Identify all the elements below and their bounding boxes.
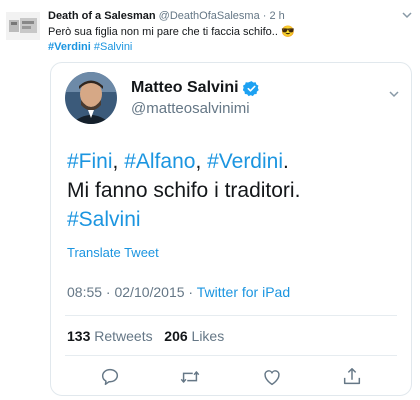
- author-handle[interactable]: @DeathOfaSalesma: [159, 10, 260, 22]
- translate-tweet-link[interactable]: Translate Tweet: [67, 245, 159, 260]
- tweet-source-link[interactable]: Twitter for iPad: [197, 284, 290, 300]
- tweet-actions: [51, 366, 411, 388]
- quoted-author-avatar[interactable]: [65, 72, 117, 124]
- likes-label: Likes: [191, 328, 225, 344]
- cool-emoji-icon: 😎: [280, 26, 295, 38]
- comma: ,: [195, 150, 208, 173]
- tweet-container: Death of a Salesman @DeathOfaSalesma · 2…: [0, 0, 420, 400]
- chevron-down-icon[interactable]: [387, 87, 401, 101]
- outer-tweet-text: Però sua figlia non mi pare che ti facci…: [48, 25, 410, 55]
- comma: ,: [112, 150, 125, 173]
- hashtag-verdini-link[interactable]: #Verdini: [207, 150, 283, 173]
- verified-badge-icon: [242, 80, 259, 96]
- tweet-time[interactable]: 2 h: [270, 10, 285, 22]
- period: .: [283, 150, 289, 173]
- quoted-author-name[interactable]: Matteo Salvini: [131, 79, 239, 97]
- quoted-tweet-card[interactable]: Matteo Salvini @matteosalvinimi #Fini, #…: [50, 62, 412, 396]
- retweets-count: 133: [67, 328, 91, 344]
- like-icon[interactable]: [261, 366, 283, 388]
- hashtag-salvini-link[interactable]: #Salvini: [94, 41, 133, 53]
- chevron-down-icon[interactable]: [400, 8, 414, 22]
- share-icon[interactable]: [341, 366, 363, 388]
- likes-stat[interactable]: 206 Likes: [164, 328, 224, 344]
- separator-dot: ·: [262, 10, 267, 22]
- hashtag-verdini-link[interactable]: #Verdini: [48, 41, 91, 53]
- divider: [65, 315, 397, 316]
- likes-count: 206: [164, 328, 188, 344]
- author-avatar[interactable]: [6, 12, 40, 40]
- tweet-text-line: Mi fanno schifo i traditori.: [67, 179, 301, 202]
- reply-icon[interactable]: [99, 366, 121, 388]
- tweet-text: Però sua figlia non mi pare che ti facci…: [48, 26, 278, 38]
- hashtag-salvini-link[interactable]: #Salvini: [67, 208, 141, 231]
- retweets-stat[interactable]: 133 Retweets: [67, 328, 153, 344]
- tweet-stats: 133 Retweets 206 Likes: [67, 328, 224, 344]
- tweet-timestamp[interactable]: 08:55 · 02/10/2015 ·: [67, 284, 193, 300]
- outer-tweet-header: Death of a Salesman @DeathOfaSalesma · 2…: [48, 10, 412, 22]
- author-name[interactable]: Death of a Salesman: [48, 10, 156, 22]
- tweet-metadata: 08:55 · 02/10/2015 · Twitter for iPad: [67, 284, 290, 300]
- hashtag-fini-link[interactable]: #Fini: [67, 150, 113, 173]
- quoted-tweet-text: #Fini, #Alfano, #Verdini. Mi fanno schif…: [67, 147, 397, 234]
- retweet-icon[interactable]: [179, 366, 201, 388]
- divider: [65, 355, 397, 356]
- quoted-author-handle[interactable]: @matteosalvinimi: [131, 100, 250, 117]
- quoted-author-name-row[interactable]: Matteo Salvini: [131, 79, 260, 97]
- retweets-label: Retweets: [94, 328, 153, 344]
- hashtag-alfano-link[interactable]: #Alfano: [124, 150, 195, 173]
